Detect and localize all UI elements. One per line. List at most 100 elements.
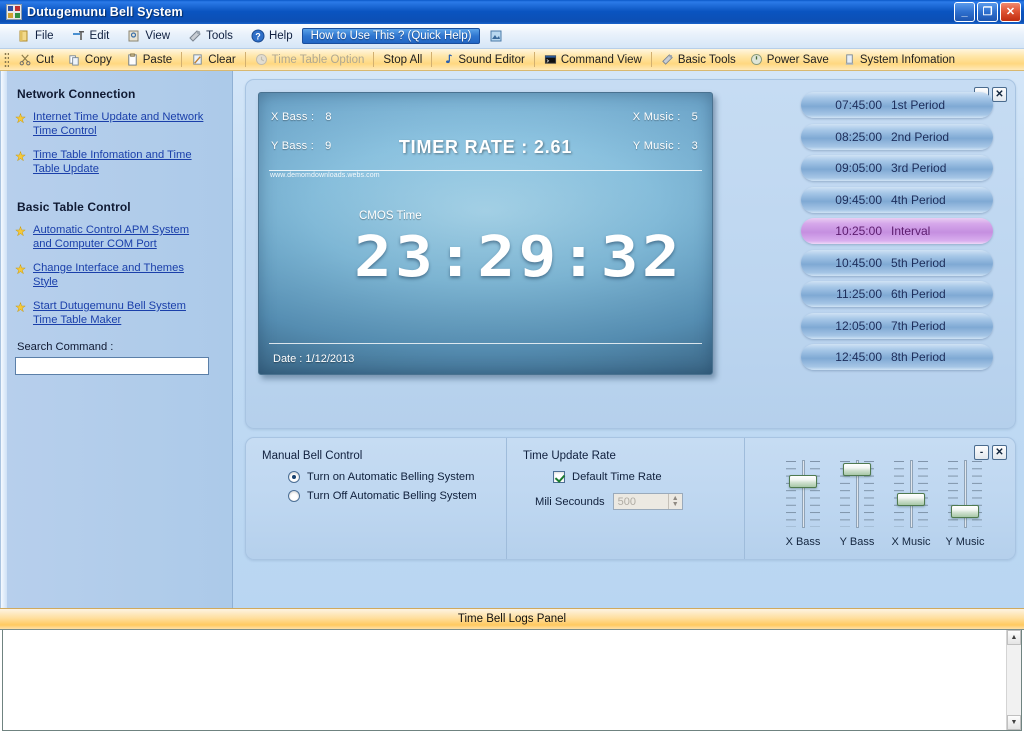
tool-system-information[interactable]: System Infomation bbox=[836, 52, 962, 68]
tool-sound-editor[interactable]: Sound Editor bbox=[434, 52, 532, 68]
toolbar-separator bbox=[244, 52, 246, 67]
log-text-area[interactable] bbox=[3, 630, 1006, 730]
slider-thumb-x-music[interactable] bbox=[897, 493, 925, 506]
scroll-down-button[interactable]: ▼ bbox=[1007, 715, 1021, 730]
menu-item-edit[interactable]: Edit bbox=[63, 27, 119, 45]
menu-item-image[interactable] bbox=[480, 27, 512, 45]
clock-panel-close-button[interactable]: ✕ bbox=[992, 87, 1007, 102]
period-label: 3rd Period bbox=[891, 161, 947, 175]
period-row[interactable]: 09:05:00 3rd Period bbox=[801, 155, 993, 181]
sidebar: Network Connection Internet Time Update … bbox=[1, 71, 233, 608]
period-row[interactable]: 11:25:00 6th Period bbox=[801, 281, 993, 307]
restore-button[interactable]: ❐ bbox=[977, 2, 998, 22]
radio-row-turn-on[interactable]: Turn on Automatic Belling System bbox=[288, 471, 492, 483]
sidebar-item-automatic-control-apm[interactable]: Automatic Control APM System and Compute… bbox=[15, 224, 218, 251]
scroll-up-button[interactable]: ▲ bbox=[1007, 630, 1021, 645]
radio-turn-off[interactable] bbox=[288, 490, 300, 502]
menu-item-tools[interactable]: Tools bbox=[179, 27, 242, 45]
checkbox-label-default-time-rate: Default Time Rate bbox=[572, 471, 662, 483]
slider-y-bass: Y Bass bbox=[837, 460, 877, 548]
log-panel-header: Time Bell Logs Panel bbox=[0, 608, 1024, 630]
checkbox-default-time-rate[interactable] bbox=[553, 471, 565, 483]
slider-x-bass: X Bass bbox=[783, 460, 823, 548]
slider-track-y-music[interactable] bbox=[945, 460, 985, 528]
period-row[interactable]: 10:45:00 5th Period bbox=[801, 249, 993, 276]
period-row[interactable]: 12:45:00 8th Period bbox=[801, 344, 993, 370]
period-time: 10:25:00 bbox=[835, 224, 882, 238]
tool-power-save[interactable]: Power Save bbox=[743, 52, 836, 68]
period-label: Interval bbox=[891, 224, 931, 238]
period-time: 12:05:00 bbox=[835, 318, 882, 333]
slider-thumb-y-music[interactable] bbox=[951, 505, 979, 518]
tool-paste[interactable]: Paste bbox=[119, 52, 179, 68]
menu-item-file[interactable]: File bbox=[8, 27, 63, 45]
menu-label-view: View bbox=[145, 30, 171, 42]
manual-bell-title: Manual Bell Control bbox=[262, 450, 363, 462]
lcd-display: X Bass : 8 Y Bass : 9 X Music : 5 Y Musi… bbox=[258, 92, 713, 375]
chevron-down-icon: ▼ bbox=[1010, 719, 1018, 726]
menu-item-help[interactable]: ? Help bbox=[242, 27, 302, 45]
tool-copy[interactable]: Copy bbox=[61, 52, 119, 68]
tool-command-view[interactable]: Command View bbox=[537, 52, 649, 68]
tool-label-sound-editor: Sound Editor bbox=[458, 53, 525, 66]
minimize-button[interactable]: _ bbox=[954, 2, 975, 22]
tool-basic-tools[interactable]: Basic Tools bbox=[654, 52, 743, 68]
slider-track-x-bass[interactable] bbox=[783, 460, 823, 528]
period-row-active[interactable]: 10:25:00 Interval bbox=[801, 218, 993, 244]
slider-line bbox=[802, 460, 805, 528]
radio-turn-on[interactable] bbox=[288, 471, 300, 483]
period-row[interactable]: 09:45:00 4th Period bbox=[801, 186, 993, 213]
toolbar-separator bbox=[431, 52, 433, 67]
copy-icon bbox=[68, 53, 82, 67]
tool-cut[interactable]: Cut bbox=[12, 52, 61, 68]
manual-bell-control-section: Manual Bell Control Turn on Automatic Be… bbox=[246, 438, 506, 559]
tool-time-table-option[interactable]: Time Table Option bbox=[248, 52, 372, 68]
close-button[interactable]: ✕ bbox=[1000, 2, 1021, 22]
sliders-panel-close-button[interactable]: ✕ bbox=[992, 445, 1007, 460]
period-time: 12:45:00 bbox=[835, 350, 882, 364]
slider-track-y-bass[interactable] bbox=[837, 460, 877, 528]
period-row[interactable]: 07:45:00 1st Period bbox=[801, 92, 993, 118]
sidebar-item-change-interface[interactable]: Change Interface and Themes Style bbox=[15, 262, 218, 289]
quick-help-button[interactable]: How to Use This ? (Quick Help) bbox=[301, 28, 481, 44]
menu-label-edit: Edit bbox=[89, 30, 110, 42]
menu-item-view[interactable]: View bbox=[118, 27, 179, 45]
tool-label-power-save: Power Save bbox=[766, 53, 829, 66]
minimize-icon: - bbox=[979, 446, 984, 458]
mili-seconds-stepper[interactable]: 500 ▲ ▼ bbox=[612, 493, 683, 510]
slider-track-x-music[interactable] bbox=[891, 460, 931, 528]
sidebar-item-internet-time-update[interactable]: Internet Time Update and Network Time Co… bbox=[15, 111, 218, 138]
period-time: 11:25:00 bbox=[836, 287, 882, 301]
tool-label-clear: Clear bbox=[208, 53, 236, 66]
sidebar-item-start-time-table-maker[interactable]: Start Dutugemunu Bell System Time Table … bbox=[15, 300, 218, 327]
radio-row-turn-off[interactable]: Turn Off Automatic Belling System bbox=[288, 490, 492, 502]
quick-help-label: How to Use This ? (Quick Help) bbox=[310, 30, 472, 42]
stepper-arrows[interactable]: ▲ ▼ bbox=[667, 494, 682, 509]
help-icon: ? bbox=[251, 29, 265, 43]
mili-seconds-row: Mili Secounds 500 ▲ ▼ bbox=[535, 493, 730, 510]
search-input[interactable] bbox=[15, 357, 209, 375]
svg-text:?: ? bbox=[255, 32, 261, 42]
toolbar-grip[interactable] bbox=[4, 51, 9, 68]
menu-label-file: File bbox=[35, 30, 54, 42]
menu-label-help: Help bbox=[268, 30, 293, 42]
period-row[interactable]: 12:05:00 7th Period bbox=[801, 312, 993, 339]
log-scrollbar[interactable]: ▲ ▼ bbox=[1006, 630, 1021, 730]
note-icon bbox=[441, 53, 455, 67]
tool-clear[interactable]: Clear bbox=[184, 52, 242, 68]
sidebar-item-time-table-info[interactable]: Time Table Infomation and Time Table Upd… bbox=[15, 149, 218, 176]
slider-thumb-x-bass[interactable] bbox=[789, 475, 817, 488]
slider-label-y-bass: Y Bass bbox=[839, 536, 875, 548]
sliders-panel-minimize-button[interactable]: - bbox=[974, 445, 989, 460]
slider-label-y-music: Y Music bbox=[945, 536, 985, 548]
checkbox-row-default-time-rate[interactable]: Default Time Rate bbox=[553, 471, 730, 483]
period-time: 08:25:00 bbox=[835, 129, 882, 144]
period-row[interactable]: 08:25:00 2nd Period bbox=[801, 123, 993, 150]
minimize-icon: _ bbox=[961, 5, 968, 18]
slider-thumb-y-bass[interactable] bbox=[843, 463, 871, 476]
sidebar-section-title-network: Network Connection bbox=[17, 87, 136, 101]
cmos-time-value: 23:29:32 bbox=[354, 225, 683, 290]
period-time: 09:05:00 bbox=[835, 161, 882, 175]
timer-rate-display: TIMER RATE : 2.61 bbox=[398, 137, 573, 157]
tool-stop-all[interactable]: Stop All bbox=[376, 53, 429, 67]
